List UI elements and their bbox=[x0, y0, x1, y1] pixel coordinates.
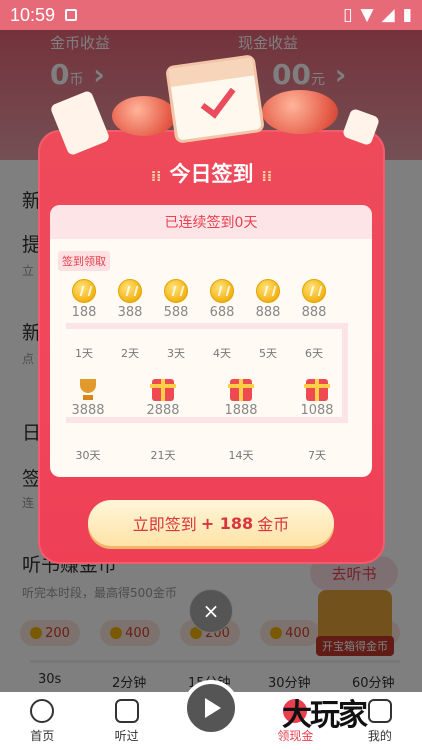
close-button[interactable]: × bbox=[189, 589, 233, 633]
day-label: 7天 bbox=[308, 449, 326, 462]
reward-amount: 588 bbox=[163, 305, 189, 320]
gift-icon bbox=[304, 379, 330, 401]
decor-coin-icon bbox=[112, 96, 176, 136]
reward-amount: 388 bbox=[117, 305, 143, 320]
coin-icon bbox=[210, 279, 234, 303]
vibrate-icon: ▯ bbox=[343, 5, 353, 25]
trophy-icon bbox=[76, 379, 100, 401]
decor-coin-icon bbox=[262, 90, 338, 134]
reward-amount: 888 bbox=[255, 305, 281, 320]
history-icon bbox=[114, 699, 139, 723]
gift-icon bbox=[228, 379, 254, 401]
day-label: 14天 bbox=[228, 449, 254, 462]
tab-history[interactable]: 听过 bbox=[84, 699, 168, 750]
day-label: 1天 bbox=[75, 347, 93, 360]
day-label: 4天 bbox=[213, 347, 231, 360]
day-label: 5天 bbox=[259, 347, 277, 360]
coin-icon bbox=[256, 279, 280, 303]
reward-amount: 1088 bbox=[300, 403, 334, 418]
tab-home[interactable]: 首页 bbox=[0, 699, 84, 750]
wifi-icon: ▼ bbox=[360, 5, 374, 25]
profile-icon bbox=[367, 699, 392, 723]
reward-amount: 3888 bbox=[71, 403, 105, 418]
day-label: 6天 bbox=[305, 347, 323, 360]
reward-amount: 888 bbox=[301, 305, 327, 320]
sign-in-button[interactable]: 立即签到 + 188 金币 bbox=[88, 500, 334, 546]
coin-icon bbox=[72, 279, 96, 303]
claim-tag: 签到领取 bbox=[58, 251, 110, 271]
reward-amount: 1888 bbox=[224, 403, 258, 418]
status-bar: 10:59 ▯ ▼ ◢ ▮ bbox=[0, 0, 422, 30]
coin-icon bbox=[118, 279, 142, 303]
sign-in-panel: 已连续签到0天 签到领取 188 388 588 688 888 888 1天 … bbox=[50, 205, 372, 477]
play-button[interactable] bbox=[183, 680, 239, 736]
tab-spacer bbox=[169, 744, 253, 750]
home-icon bbox=[30, 699, 55, 723]
notification-icon bbox=[65, 9, 78, 21]
day-label: 30天 bbox=[75, 449, 101, 462]
calendar-check-icon bbox=[165, 54, 265, 144]
day-label: 21天 bbox=[150, 449, 176, 462]
clock: 10:59 bbox=[10, 4, 56, 25]
streak-text: 已连续签到0天 bbox=[50, 205, 372, 239]
day-label: 2天 bbox=[121, 347, 139, 360]
play-icon bbox=[205, 698, 221, 718]
reward-amount: 2888 bbox=[146, 403, 180, 418]
day-label: 3天 bbox=[167, 347, 185, 360]
modal-title: ⁞⁞ 今日签到 ⁞⁞ bbox=[150, 162, 273, 186]
reward-amount: 688 bbox=[209, 305, 235, 320]
reward-amount: 188 bbox=[71, 305, 97, 320]
gift-icon bbox=[150, 379, 176, 401]
watermark: 大玩家 bbox=[282, 698, 368, 733]
coin-icon bbox=[164, 279, 188, 303]
coin-icon bbox=[302, 279, 326, 303]
signal-icon: ◢ bbox=[381, 5, 395, 25]
battery-icon: ▮ bbox=[402, 5, 412, 25]
